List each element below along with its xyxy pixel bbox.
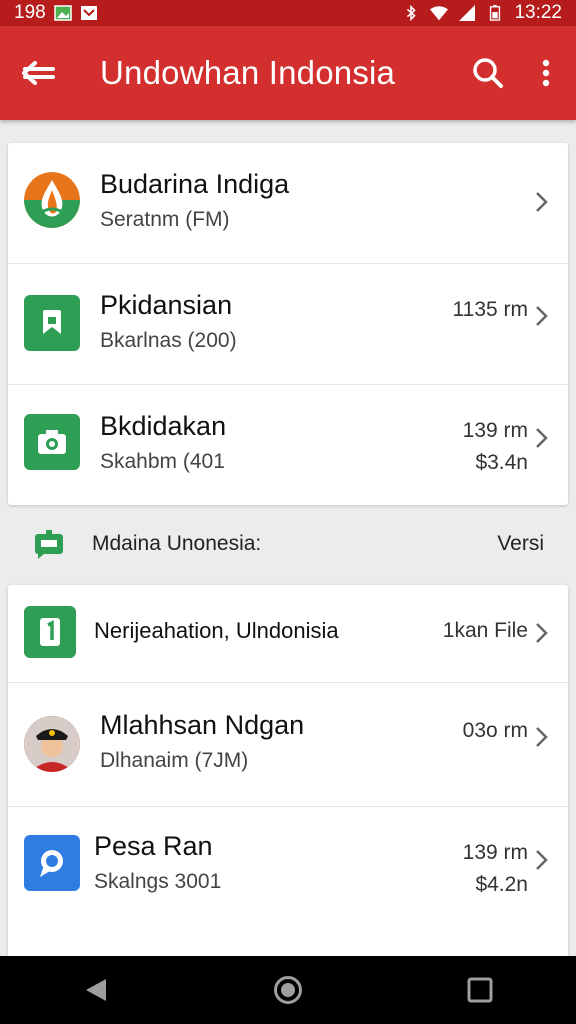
item-title: Bkdidakan [100, 411, 227, 441]
item-title: Mlahhsan Ndgan [100, 710, 305, 740]
item-size: 1kan File [442, 619, 528, 642]
status-bar: 198 13:22 [0, 0, 576, 26]
chevron-right-icon [536, 428, 548, 448]
item-size: 03o rm [462, 719, 528, 742]
status-time-left: 198 [14, 2, 46, 23]
overflow-menu-button[interactable] [526, 49, 566, 97]
item-subtitle: Bkarlnas (200) [100, 329, 237, 352]
back-button[interactable] [8, 43, 68, 103]
chevron-right-icon [536, 623, 548, 643]
app-bar: Undowhan Indonsia [0, 26, 576, 120]
chat-bubble-icon [24, 835, 80, 891]
item-subtitle: Seratnm (FM) [100, 208, 230, 231]
item-title: Budarina Indiga [100, 169, 290, 199]
item-title: Pesa Ran [94, 831, 213, 861]
section-header: Mdaina Unonesia: Versi [8, 512, 568, 576]
circle-home-icon [274, 976, 302, 1004]
nav-recents-button[interactable] [440, 960, 520, 1020]
gallery-notification-icon [80, 6, 97, 20]
app-list-card: Budarina Indiga Seratnm (FM) Pkidansian … [8, 143, 568, 505]
signal-icon [459, 5, 476, 21]
nav-home-button[interactable] [248, 960, 328, 1020]
section-version-label[interactable]: Versi [497, 532, 544, 556]
item-subtitle: Skahbm (401 [100, 450, 225, 473]
search-button[interactable] [464, 49, 512, 97]
item-title: Pkidansian [100, 290, 233, 320]
app-green-bookmark-icon [24, 295, 80, 351]
item-size: 1135 rm [452, 298, 528, 321]
item-subtitle: Skalngs 3001 [94, 870, 222, 893]
list-item[interactable]: Pesa Ran Skalngs 3001 139 rm $4.2n [8, 807, 568, 931]
robot-icon [35, 530, 63, 559]
chevron-right-icon [536, 850, 548, 870]
more-vert-icon [542, 59, 550, 87]
list-item[interactable]: Mlahhsan Ndgan Dlhanaim (7JM) 03o rm [8, 683, 568, 807]
item-size: 139 rm [462, 419, 528, 442]
nav-back-button[interactable] [56, 960, 136, 1020]
item-subtitle: Dlhanaim (7JM) [100, 749, 249, 772]
item-size: 139 rm [462, 841, 528, 864]
avatar [24, 716, 80, 772]
camera-icon [24, 414, 80, 470]
chevron-right-icon [536, 306, 548, 326]
chevron-right-icon [536, 192, 548, 212]
square-recents-icon [467, 977, 493, 1003]
item-price: $3.4n [475, 451, 528, 474]
arrow-back-icon [22, 61, 55, 85]
list-item[interactable]: Nerijeahation, Ulndonisia 1kan File [8, 585, 568, 683]
list-item[interactable]: Pkidansian Bkarlnas (200) 1135 rm [8, 264, 568, 385]
image-notification-icon [53, 5, 72, 21]
list-item[interactable]: Bkdidakan Skahbm (401 139 rm $3.4n [8, 385, 568, 505]
app-list-card-2: Nerijeahation, Ulndonisia 1kan File Mlah… [8, 585, 568, 965]
section-title: Mdaina Unonesia: [92, 532, 262, 555]
chevron-right-icon [536, 727, 548, 747]
page-title: Undowhan Indonsia [100, 54, 396, 91]
status-time-right: 13:22 [514, 2, 562, 23]
flame-logo-icon [24, 172, 80, 228]
item-price: $4.2n [475, 873, 528, 896]
system-nav-bar [0, 956, 576, 1024]
bluetooth-icon [407, 5, 417, 21]
battery-icon [490, 5, 501, 21]
search-icon [473, 58, 503, 88]
list-item[interactable]: Budarina Indiga Seratnm (FM) [8, 143, 568, 264]
wifi-icon [430, 6, 449, 21]
app-green-number-icon [24, 606, 76, 658]
item-title: Nerijeahation, Ulndonisia [94, 618, 339, 643]
triangle-back-icon [86, 979, 106, 1001]
